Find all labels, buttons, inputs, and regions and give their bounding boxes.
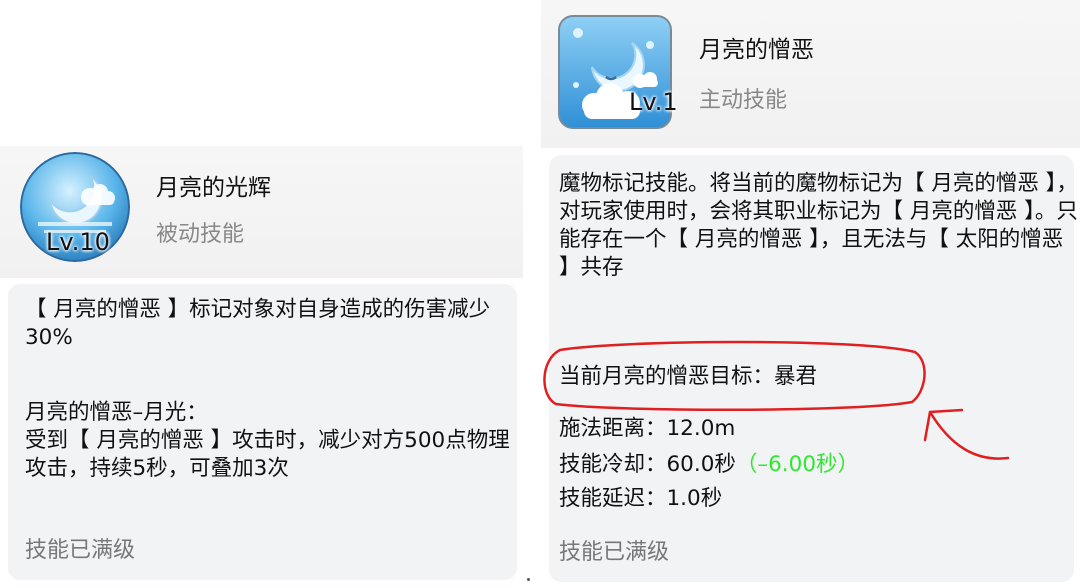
skill-level: Lv.10 <box>46 228 110 256</box>
skill-header: Lv.10 月亮的光辉 被动技能 <box>0 146 523 278</box>
skill-description-card: 【 月亮的憎恶 】标记对象对自身造成的伤害减少30% 月亮的憎恶–月光： 受到【… <box>8 284 517 580</box>
skill-level-status: 技能已满级 <box>25 538 136 563</box>
skill-type: 主动技能 <box>699 88 788 113</box>
skill-name: 月亮的憎恶 <box>699 37 814 63</box>
skill-level-status: 技能已满级 <box>559 540 670 565</box>
stray-dot <box>527 578 530 581</box>
skill-effect-text: 【 月亮的憎恶 】标记对象对自身造成的伤害减少30% <box>25 297 491 350</box>
skill-description-card: 魔物标记技能。将当前的魔物标记为【 月亮的憎恶 】，对玩家使用时，会将其职业标记… <box>549 155 1078 582</box>
stat-cooldown: 技能冷却：60.0秒（–6.00秒） <box>559 451 859 479</box>
stat-cast-delay: 技能延迟：1.0秒 <box>559 486 723 511</box>
skill-panel-moon-radiance: Lv.10 月亮的光辉 被动技能 【 月亮的憎恶 】标记对象对自身造成的伤害减少… <box>0 146 523 588</box>
skill-type: 被动技能 <box>156 222 245 247</box>
stat-cooldown-bonus: （–6.00秒） <box>735 452 859 477</box>
skill-subeffect-text: 受到【 月亮的憎恶 】攻击时，减少对方500点物理攻击，持续5秒，可叠加3次 <box>25 428 510 481</box>
stat-cooldown-value: 技能冷却：60.0秒 <box>559 452 736 477</box>
skill-name: 月亮的光辉 <box>156 175 271 201</box>
current-target-text: 当前月亮的憎恶目标：暴君 <box>559 364 818 389</box>
stat-cast-range: 施法距离：12.0m <box>559 416 736 441</box>
skill-subeffect-title: 月亮的憎恶–月光： <box>25 400 208 425</box>
skill-header: Lv.1 月亮的憎恶 主动技能 <box>541 0 1080 148</box>
skill-effect-text: 魔物标记技能。将当前的魔物标记为【 月亮的憎恶 】，对玩家使用时，会将其职业标记… <box>559 171 1078 280</box>
skill-level: Lv.1 <box>629 88 678 116</box>
skill-panel-moon-hatred: Lv.1 月亮的憎恶 主动技能 魔物标记技能。将当前的魔物标记为【 月亮的憎恶 … <box>541 0 1080 588</box>
